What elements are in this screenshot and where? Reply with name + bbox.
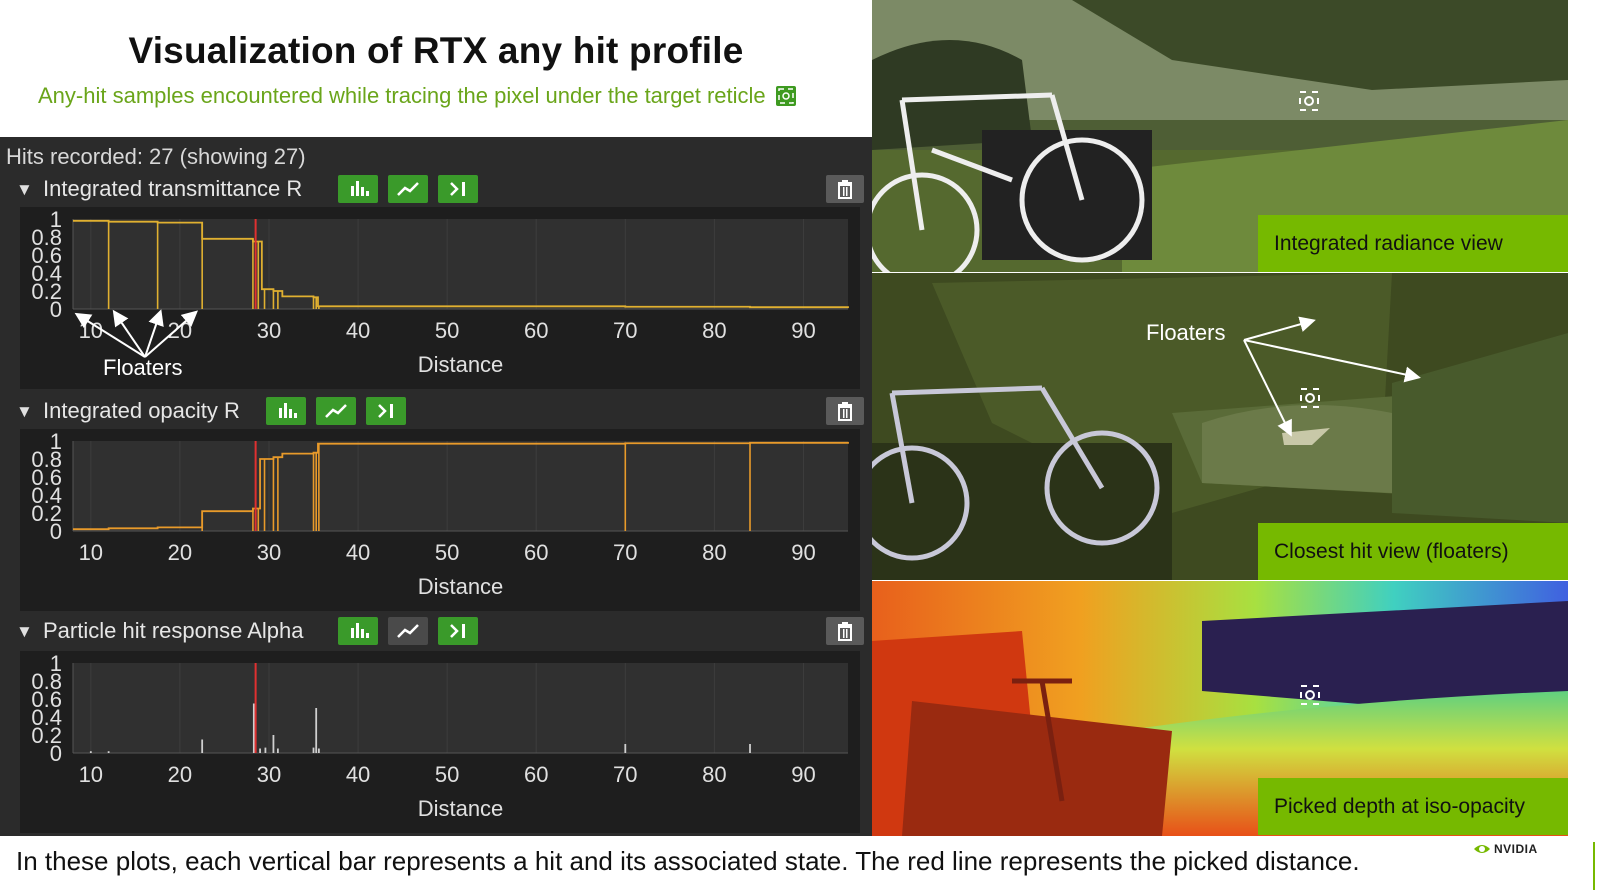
plot-area: [73, 663, 848, 753]
view-label-depth: Picked depth at iso-opacity: [1258, 778, 1568, 835]
nvidia-eye-icon: [1474, 845, 1490, 853]
x-tick-label: 60: [524, 540, 548, 565]
plot-alpha: 10 20 30 40 50 60 70 80 90 0 0.2 0.4 0.6 0.8 1 Distance: [20, 651, 860, 833]
floaters-annotation-left: Floaters: [103, 355, 183, 380]
chart-alpha: 10 20 30 40 50 60 70 80 9000.20.40.60.81Distance: [31, 651, 848, 821]
y-tick-label: 1: [50, 429, 62, 454]
depth-view[interactable]: Picked depth at iso-opacity: [872, 581, 1568, 836]
accent-rule: [1593, 842, 1595, 890]
x-tick-label: 90: [791, 762, 815, 787]
floaters-annotation-right: Floaters: [1146, 320, 1226, 345]
x-tick-label: 50: [435, 762, 459, 787]
line-chart-toggle-button[interactable]: [388, 617, 428, 645]
x-tick-label: 20: [168, 762, 192, 787]
section-header-opacity[interactable]: ▼ Integrated opacity R: [16, 397, 868, 427]
trash-icon[interactable]: [826, 397, 864, 425]
x-tick-label: 30: [257, 762, 281, 787]
collapse-triangle-icon[interactable]: ▼: [16, 622, 33, 642]
chart-opacity: 10 20 30 40 50 60 70 80 9000.20.40.60.81Distance: [31, 429, 849, 599]
y-tick-label: 1: [50, 651, 62, 676]
x-tick-label: 80: [702, 762, 726, 787]
x-tick-label: 40: [346, 762, 370, 787]
radiance-view[interactable]: Integrated radiance view: [872, 0, 1568, 272]
x-axis-label: Distance: [418, 574, 504, 599]
jump-to-pick-button[interactable]: [366, 397, 406, 425]
x-tick-label: 20: [168, 540, 192, 565]
line-chart-toggle-button[interactable]: [316, 397, 356, 425]
trash-icon[interactable]: [826, 617, 864, 645]
bar-chart-toggle-button[interactable]: [338, 617, 378, 645]
x-tick-label: 10: [79, 540, 103, 565]
nvidia-logo: NVIDIA: [1472, 841, 1552, 859]
view-label-closest-hit: Closest hit view (floaters): [1258, 523, 1568, 580]
nvidia-logo-text: NVIDIA: [1494, 842, 1538, 856]
collapse-triangle-icon[interactable]: ▼: [16, 402, 33, 422]
section-label: Particle hit response Alpha: [43, 618, 304, 643]
x-tick-label: 50: [435, 540, 459, 565]
jump-to-pick-button[interactable]: [438, 617, 478, 645]
view-label-radiance: Integrated radiance view: [1258, 215, 1568, 272]
x-tick-label: 40: [346, 540, 370, 565]
section-label: Integrated opacity R: [43, 398, 240, 423]
plot-opacity: 10 20 30 40 50 60 70 80 90 0 0.2 0.4 0.6 0.8 1 Distance: [20, 429, 860, 611]
hit-profile-panel: Hits recorded: 27 (showing 27) ▼ Integra…: [0, 137, 872, 836]
x-tick-label: 60: [524, 762, 548, 787]
subtitle-row: Any-hit samples encountered while tracin…: [38, 83, 796, 109]
bar-chart-toggle-button[interactable]: [266, 397, 306, 425]
x-tick-label: 70: [613, 540, 637, 565]
x-tick-label: 70: [613, 762, 637, 787]
section-header-alpha[interactable]: ▼ Particle hit response Alpha: [16, 617, 868, 647]
x-tick-label: 80: [702, 540, 726, 565]
x-tick-label: 30: [257, 540, 281, 565]
plot-area: [73, 441, 848, 531]
slide-caption: In these plots, each vertical bar repres…: [16, 846, 1360, 876]
reticle-icon: [775, 86, 796, 106]
x-tick-label: 10: [79, 762, 103, 787]
slide-title: Visualization of RTX any hit profile: [128, 30, 744, 71]
slide-subtitle: Any-hit samples encountered while tracin…: [38, 83, 766, 108]
x-axis-label: Distance: [418, 796, 504, 821]
x-tick-label: 90: [791, 540, 815, 565]
